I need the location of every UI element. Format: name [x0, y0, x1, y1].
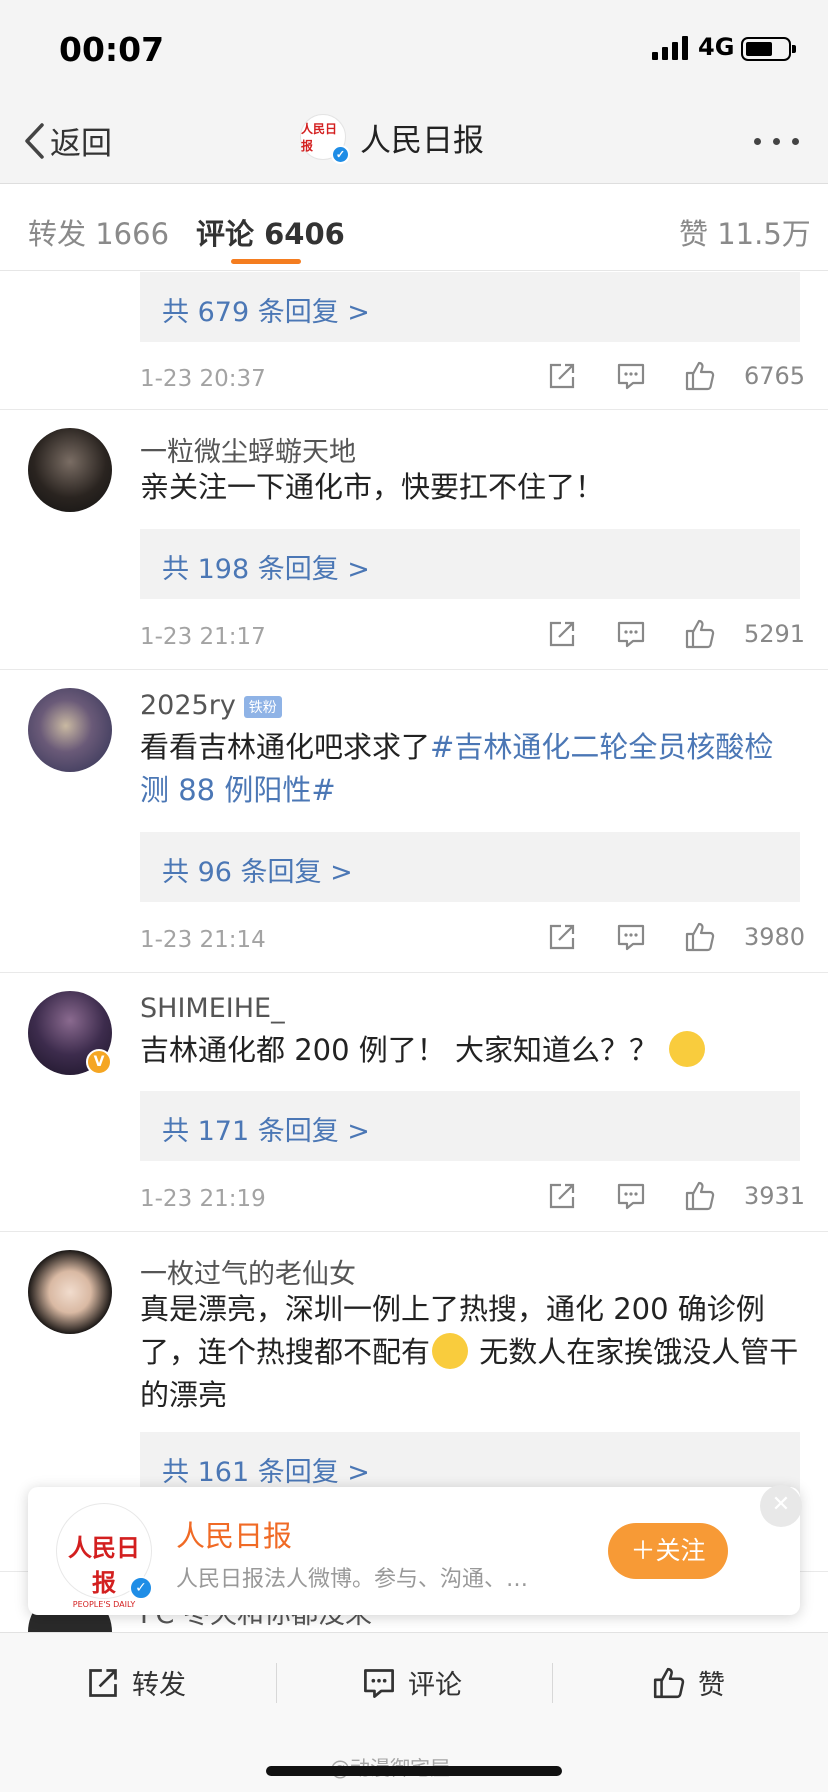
- comment-time: 1-23 21:14: [140, 927, 266, 953]
- nav-bar: 返回 人民日报 ✓ 人民日报: [0, 100, 828, 184]
- follow-suggestion-card: 人民日报 PEOPLE'S DAILY ✓ 人民日报 人民日报法人微博。参与、沟…: [28, 1485, 802, 1615]
- comment-icon[interactable]: [596, 361, 665, 391]
- share-icon[interactable]: [527, 361, 596, 391]
- comment-text: 看看吉林通化吧求求了#吉林通化二轮全员核酸检测 88 例阳性#: [140, 726, 800, 812]
- like-button[interactable]: 赞: [652, 1663, 725, 1702]
- like-icon: [653, 1667, 685, 1698]
- tab-comments[interactable]: 评论 6406: [196, 211, 345, 253]
- battery-icon: [741, 37, 796, 61]
- comment-item: 共 679 条回复 > 1-23 20:37 6765: [0, 272, 828, 410]
- account-name[interactable]: 人民日报: [176, 1513, 292, 1555]
- vip-badge-icon: V: [86, 1049, 112, 1075]
- like-icon[interactable]: [665, 921, 734, 953]
- comment-time: 1-23 21:17: [140, 624, 266, 650]
- like-count: 3980: [744, 923, 806, 951]
- status-time: 00:07: [59, 30, 165, 69]
- comment-text-plain: 看看吉林通化吧求求了: [140, 730, 431, 764]
- like-count: 6765: [744, 362, 806, 390]
- reply-count-link[interactable]: 共 679 条回复 >: [140, 272, 800, 342]
- verified-icon: ✓: [331, 145, 350, 164]
- username-text: 2025ry: [140, 690, 236, 721]
- repost-button[interactable]: 转发: [86, 1663, 186, 1702]
- network-type: 4G: [698, 33, 735, 61]
- back-label: 返回: [50, 126, 112, 162]
- account-logo: 人民日报 ✓: [300, 114, 350, 164]
- comment-text: 亲关注一下通化市，快要扛不住了！: [140, 470, 605, 504]
- logo-english-text: PEOPLE'S DAILY: [72, 1600, 136, 1609]
- follow-button[interactable]: ＋关注: [608, 1523, 728, 1579]
- comment-actions: 6765: [527, 360, 806, 392]
- account-description: 人民日报法人微博。参与、沟通、…: [176, 1567, 529, 1592]
- account-logo[interactable]: 人民日报 PEOPLE'S DAILY ✓: [56, 1503, 153, 1609]
- comment-icon: [364, 1668, 394, 1698]
- comment-username[interactable]: SHIMEIHE_: [140, 993, 285, 1024]
- comment-time: 1-23 20:37: [140, 366, 266, 392]
- comment-actions: 5291: [527, 618, 806, 650]
- home-indicator[interactable]: [266, 1766, 562, 1776]
- close-icon[interactable]: ✕: [760, 1485, 802, 1527]
- back-chevron-icon: [25, 122, 44, 159]
- like-count: 5291: [744, 620, 806, 648]
- reply-count-link[interactable]: 共 198 条回复 >: [140, 529, 800, 599]
- comment-username[interactable]: 一枚过气的老仙女: [140, 1252, 356, 1291]
- comment-text: 吉林通化都 200 例了！ 大家知道么？？: [140, 1029, 800, 1072]
- divider: [552, 1663, 553, 1703]
- share-icon[interactable]: [527, 619, 596, 649]
- more-dots-icon[interactable]: [754, 138, 799, 145]
- nav-title[interactable]: 人民日报 ✓ 人民日报: [300, 114, 484, 164]
- like-icon[interactable]: [665, 618, 734, 650]
- status-bar: 00:07 4G: [0, 0, 828, 100]
- comment-icon[interactable]: [596, 922, 665, 952]
- comment-item: 2025ry 铁粉 看看吉林通化吧求求了#吉林通化二轮全员核酸检测 88 例阳性#…: [0, 670, 828, 973]
- like-icon[interactable]: [665, 360, 734, 392]
- comment-icon[interactable]: [596, 619, 665, 649]
- share-icon[interactable]: [527, 922, 596, 952]
- divider: [276, 1663, 277, 1703]
- like-count: 3931: [744, 1182, 806, 1210]
- comment-username[interactable]: 2025ry 铁粉: [140, 690, 282, 721]
- avatar[interactable]: [28, 428, 112, 512]
- sleepy-emoji-icon: [669, 1031, 706, 1067]
- like-icon[interactable]: [665, 1180, 734, 1212]
- smile-emoji-icon: [432, 1333, 469, 1369]
- share-icon[interactable]: [527, 1181, 596, 1211]
- repost-label: 转发: [132, 1670, 186, 1701]
- tab-likes[interactable]: 赞 11.5万: [679, 211, 811, 253]
- avatar[interactable]: [28, 688, 112, 772]
- tab-repost[interactable]: 转发 1666: [28, 211, 169, 253]
- comment-label: 评论: [408, 1670, 462, 1701]
- comment-icon[interactable]: [596, 1181, 665, 1211]
- comment-text: 真是漂亮，深圳一例上了热搜，通化 200 确诊例了，连个热搜都不配有 无数人在家…: [140, 1288, 800, 1417]
- share-icon: [89, 1668, 117, 1697]
- avatar[interactable]: [28, 1250, 112, 1334]
- account-name: 人民日报: [360, 122, 484, 159]
- fan-badge: 铁粉: [243, 695, 282, 718]
- active-tab-indicator: [231, 259, 301, 264]
- verified-icon: ✓: [129, 1576, 153, 1600]
- comment-item: V SHIMEIHE_ 吉林通化都 200 例了！ 大家知道么？？ 共 171 …: [0, 973, 828, 1232]
- comment-actions: 3931: [527, 1180, 806, 1212]
- comment-button[interactable]: 评论: [362, 1663, 462, 1702]
- back-button[interactable]: 返回: [22, 118, 112, 163]
- comment-username[interactable]: 一粒微尘蜉蝣天地: [140, 430, 356, 469]
- comment-item: 一粒微尘蜉蝣天地 亲关注一下通化市，快要扛不住了！ 共 198 条回复 > 1-…: [0, 410, 828, 670]
- reply-count-link[interactable]: 共 96 条回复 >: [140, 832, 800, 902]
- comment-text-plain: 吉林通化都 200 例了！ 大家知道么？？: [140, 1033, 659, 1067]
- reply-count-link[interactable]: 共 171 条回复 >: [140, 1091, 800, 1161]
- comment-feed[interactable]: 共 679 条回复 > 1-23 20:37 6765 一粒微尘蜉蝣天地 亲关注…: [0, 272, 828, 1632]
- comment-actions: 3980: [527, 921, 806, 953]
- tab-bar: 转发 1666 评论 6406 赞 11.5万: [0, 185, 828, 271]
- like-label: 赞: [698, 1670, 725, 1701]
- comment-time: 1-23 21:19: [140, 1186, 266, 1212]
- signal-icon: [652, 36, 688, 60]
